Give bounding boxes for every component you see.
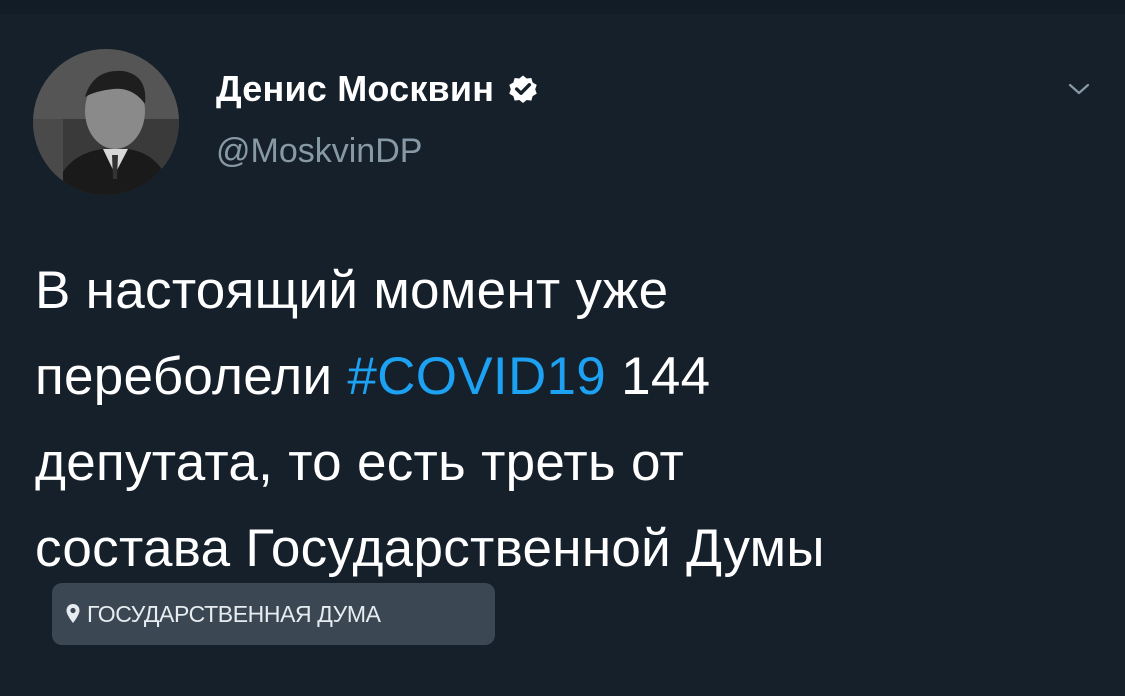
tweet-text-segment: состава Государственной Думы bbox=[35, 519, 825, 578]
tweet-card: Денис Москвин @MoskvinDP В настоящий мом… bbox=[0, 0, 1125, 696]
tweet-text-line: В настоящий момент уже bbox=[35, 248, 1105, 334]
tweet-text-segment: депутата, то есть треть от bbox=[35, 433, 685, 492]
map-pin-icon bbox=[66, 604, 80, 623]
author-handle[interactable]: @MoskvinDP bbox=[216, 132, 422, 171]
location-label: ГОСУДАРСТВЕННАЯ ДУМА bbox=[87, 600, 381, 627]
author-name[interactable]: Денис Москвин bbox=[216, 68, 494, 110]
tweet-text-line: депутата, то есть треть от bbox=[35, 420, 1105, 506]
chevron-down-icon[interactable] bbox=[1066, 79, 1092, 99]
verified-badge-icon bbox=[509, 75, 537, 104]
location-chip[interactable]: ГОСУДАРСТВЕННАЯ ДУМА bbox=[52, 583, 495, 645]
tweet-text-segment: 144 bbox=[606, 347, 711, 406]
tweet-text-line: состава Государственной Думы bbox=[35, 506, 1105, 592]
top-divider bbox=[0, 0, 1125, 14]
avatar-photo bbox=[33, 49, 179, 195]
tweet-text: В настоящий момент уже переболели #COVID… bbox=[35, 248, 1105, 592]
tweet-text-segment: В настоящий момент уже bbox=[35, 261, 669, 320]
author-avatar[interactable] bbox=[33, 49, 179, 195]
author-name-row: Денис Москвин bbox=[216, 64, 540, 114]
tweet-text-segment: переболели bbox=[35, 347, 348, 406]
tweet-text-line: переболели #COVID19 144 bbox=[35, 334, 1105, 420]
hashtag-link-covid19[interactable]: #COVID19 bbox=[347, 347, 606, 406]
